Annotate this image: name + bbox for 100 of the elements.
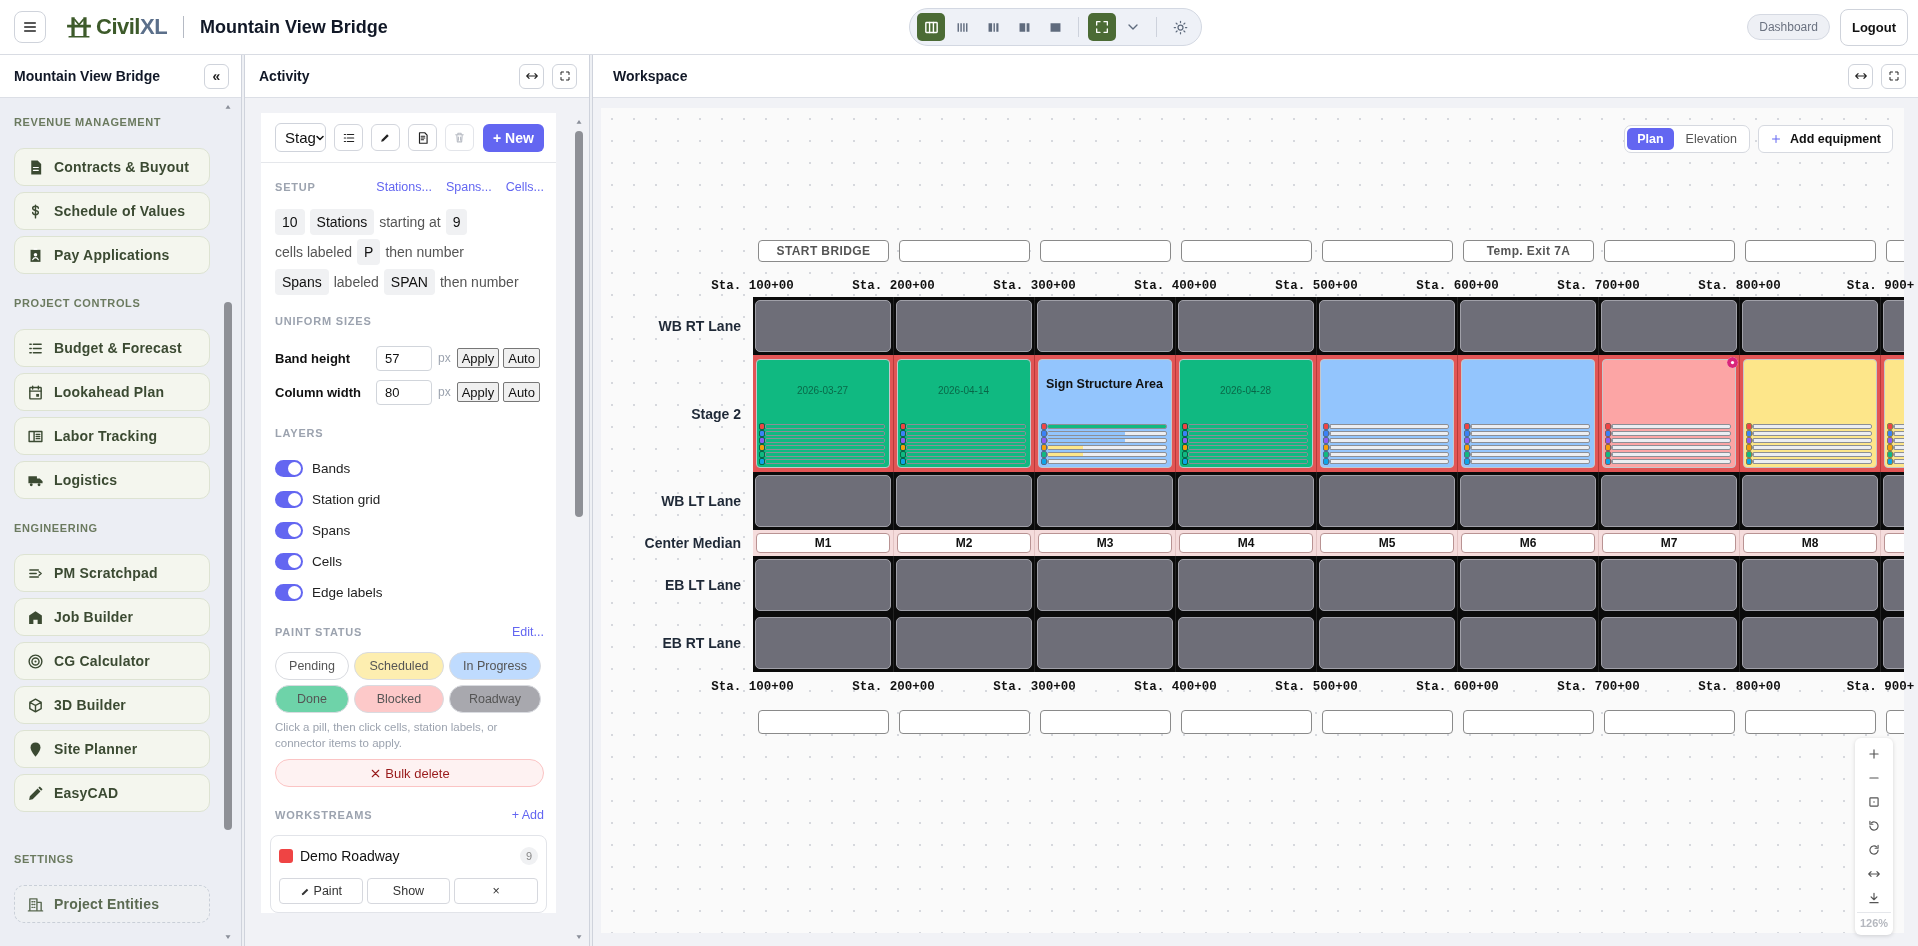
collapse-button[interactable]: « — [204, 63, 229, 89]
fullscreen-button[interactable] — [552, 63, 577, 89]
lane-cell[interactable] — [1319, 475, 1455, 527]
lane-cell[interactable] — [1178, 300, 1314, 352]
lane-cell[interactable] — [1460, 559, 1596, 611]
status-cell[interactable] — [1743, 359, 1877, 468]
status-cell[interactable]: Sign Structure Area — [1038, 359, 1172, 468]
unit-select[interactable]: Stations — [309, 209, 375, 235]
nav-item[interactable]: Contracts & Buyout — [14, 148, 210, 186]
status-pill[interactable]: Blocked — [354, 685, 444, 713]
apply-button[interactable]: Apply — [456, 382, 500, 402]
nav-item[interactable]: Budget & Forecast — [14, 329, 210, 367]
paint-button[interactable]: Paint — [279, 878, 363, 904]
view-tab[interactable]: Elevation — [1675, 128, 1748, 150]
nav-item[interactable]: EasyCAD — [14, 774, 210, 812]
list-button[interactable] — [334, 124, 363, 151]
lane-cell[interactable] — [755, 617, 891, 669]
lane-cell[interactable] — [1601, 617, 1737, 669]
scrollbar-thumb[interactable] — [224, 302, 232, 830]
menu-button[interactable] — [14, 11, 46, 43]
lane-cell[interactable] — [1742, 617, 1878, 669]
lane-cell[interactable] — [1037, 617, 1173, 669]
lane-cell[interactable] — [755, 475, 891, 527]
document-button[interactable] — [408, 124, 437, 151]
edit-button[interactable] — [371, 124, 400, 151]
show-button[interactable]: Show — [366, 878, 451, 904]
lane-cell[interactable] — [755, 300, 891, 352]
start-field[interactable]: 9 — [445, 209, 468, 235]
toggle-switch[interactable] — [275, 460, 303, 477]
fullscreen-button[interactable] — [1088, 13, 1116, 41]
lane-cell[interactable] — [896, 475, 1032, 527]
nav-item[interactable]: Logistics — [14, 461, 210, 499]
link[interactable]: + Add — [511, 808, 544, 822]
lane-cell[interactable] — [1178, 617, 1314, 669]
stage-select[interactable]: Stag — [275, 123, 326, 152]
number-field[interactable]: 57 — [376, 345, 432, 371]
link[interactable]: Spans... — [445, 180, 492, 194]
lane-cell[interactable] — [1178, 475, 1314, 527]
lane-cell[interactable] — [1742, 300, 1878, 352]
toggle-switch[interactable] — [275, 491, 303, 508]
status-pill[interactable]: In Progress — [449, 652, 541, 680]
lane-cell[interactable] — [1319, 300, 1455, 352]
view-tab[interactable]: Plan — [1627, 128, 1674, 150]
status-cell[interactable] — [1461, 359, 1595, 468]
marker-field[interactable] — [899, 710, 1030, 734]
prefix-field[interactable]: SPAN — [383, 269, 435, 295]
logout-button[interactable]: Logout — [1839, 8, 1908, 46]
marker-field[interactable] — [1322, 240, 1453, 262]
lane-cell[interactable] — [1037, 475, 1173, 527]
marker-field[interactable]: Temp. Exit 7A — [1463, 240, 1594, 262]
marker-field[interactable] — [1181, 240, 1312, 262]
lane-cell[interactable] — [1460, 300, 1596, 352]
lane-cell[interactable] — [1601, 475, 1737, 527]
marker-field[interactable] — [1322, 710, 1453, 734]
median-cell[interactable]: M7 — [1602, 533, 1736, 553]
nav-item[interactable]: Project Entities — [14, 885, 210, 923]
nav-item[interactable]: 3D Builder — [14, 686, 210, 724]
flag-badge-icon[interactable] — [1726, 356, 1739, 369]
status-cell[interactable] — [1602, 359, 1736, 468]
nav-item[interactable]: CG Calculator — [14, 642, 210, 680]
nav-item[interactable]: Lookahead Plan — [14, 373, 210, 411]
toggle-switch[interactable] — [275, 522, 303, 539]
marker-field[interactable]: START BRIDGE — [758, 240, 889, 262]
median-cell[interactable]: M8 — [1743, 533, 1877, 553]
auto-button[interactable]: Auto — [503, 382, 540, 402]
lane-cell[interactable] — [896, 559, 1032, 611]
median-cell[interactable]: M1 — [756, 533, 890, 553]
lane-cell[interactable] — [755, 559, 891, 611]
layout-button[interactable] — [917, 13, 945, 41]
lane-cell[interactable] — [1319, 559, 1455, 611]
expand-width-button[interactable] — [519, 63, 544, 89]
lane-cell[interactable] — [1742, 475, 1878, 527]
nav-item[interactable]: Pay Applications — [14, 236, 210, 274]
count-field[interactable]: 10 — [275, 209, 305, 235]
lane-cell[interactable] — [1460, 475, 1596, 527]
marker-field[interactable] — [1040, 240, 1171, 262]
dashboard-button[interactable]: Dashboard — [1747, 14, 1830, 40]
median-cell[interactable]: M2 — [897, 533, 1031, 553]
expand-width-button[interactable] — [1848, 63, 1873, 89]
marker-field[interactable] — [1604, 710, 1735, 734]
nav-item[interactable]: Schedule of Values — [14, 192, 210, 230]
link[interactable]: Edit... — [512, 625, 544, 639]
unit-select[interactable]: Spans — [275, 269, 329, 295]
remove-button[interactable]: × — [454, 878, 538, 904]
median-cell[interactable]: M4 — [1179, 533, 1313, 553]
bulk-delete-button[interactable]: Bulk delete — [275, 759, 544, 787]
marker-field[interactable] — [758, 710, 889, 734]
status-pill[interactable]: Done — [275, 685, 349, 713]
lane-cell[interactable] — [1742, 559, 1878, 611]
marker-field[interactable] — [1181, 710, 1312, 734]
lane-cell[interactable] — [896, 300, 1032, 352]
marker-field[interactable] — [899, 240, 1030, 262]
lane-cell[interactable] — [1037, 559, 1173, 611]
scrollbar-thumb[interactable] — [575, 131, 583, 517]
prefix-field[interactable]: P — [357, 239, 381, 265]
median-cell[interactable]: M3 — [1038, 533, 1172, 553]
auto-button[interactable]: Auto — [503, 348, 540, 368]
apply-button[interactable]: Apply — [456, 348, 500, 368]
link[interactable]: Stations... — [376, 180, 432, 194]
marker-field[interactable] — [1040, 710, 1171, 734]
